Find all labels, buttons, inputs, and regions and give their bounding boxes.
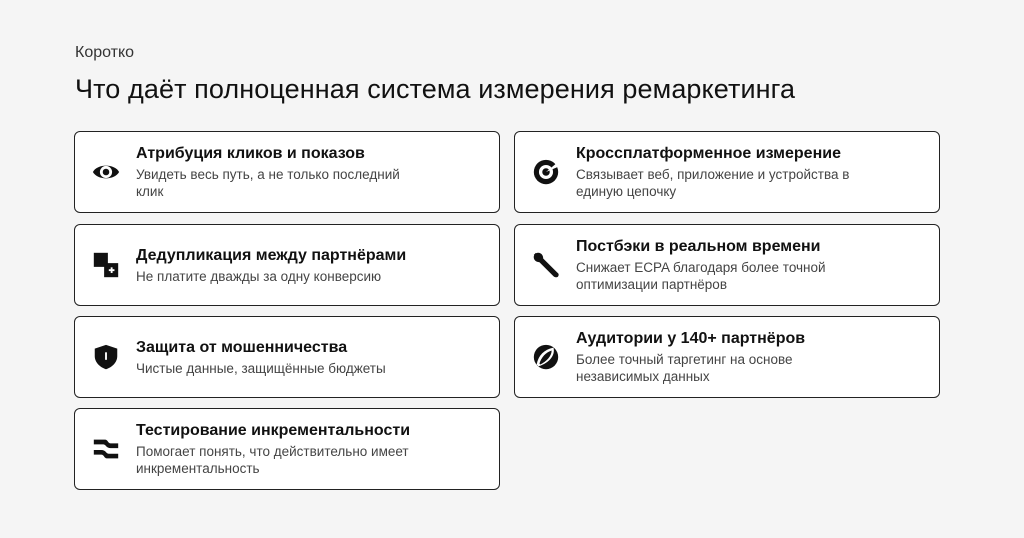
feature-card-description: Снижает ECPA благодаря более точной опти…	[576, 260, 826, 292]
wave-icon	[90, 433, 122, 465]
overlap-circles-icon	[530, 341, 562, 373]
wrench-icon	[530, 249, 562, 281]
feature-card-title: Аудитории у 140+ партнёров	[576, 330, 806, 347]
feature-card-description: Связывает веб, приложение и устройства в…	[576, 167, 850, 199]
page-title: Что даёт полноценная система измерения р…	[75, 74, 796, 104]
feature-card-postbacks: Постбэки в реальном времени Снижает ECPA…	[514, 224, 940, 306]
feature-card-description: Чистые данные, защищённые бюджеты	[136, 360, 386, 376]
dedup-icon	[90, 249, 122, 281]
feature-card-attribution: Атрибуция кликов и показов Увидеть весь …	[74, 131, 500, 213]
target-icon	[530, 156, 562, 188]
feature-card-crossplatform: Кроссплатформенное измерение Связывает в…	[514, 131, 940, 213]
feature-card-fraud-protection: Защита от мошенничества Чистые данные, з…	[74, 316, 500, 398]
feature-card-description: Более точный таргетинг на основе независ…	[576, 352, 793, 384]
feature-card-title: Постбэки в реальном времени	[576, 238, 821, 255]
feature-card-audiences: Аудитории у 140+ партнёров Более точный …	[514, 316, 940, 398]
feature-card-title: Атрибуция кликов и показов	[136, 145, 365, 162]
section-eyebrow: Коротко	[75, 44, 135, 61]
feature-card-description: Увидеть весь путь, а не только последний…	[136, 167, 400, 199]
feature-card-description: Не платите дважды за одну конверсию	[136, 268, 382, 284]
feature-card-deduplication: Дедупликация между партнёрами Не платите…	[74, 224, 500, 306]
feature-card-title: Кроссплатформенное измерение	[576, 145, 841, 162]
feature-card-description: Помогает понять, что действительно имеет…	[136, 444, 409, 476]
eye-icon	[90, 156, 122, 188]
shield-icon	[90, 341, 122, 373]
feature-card-title: Дедупликация между партнёрами	[136, 246, 407, 264]
feature-card-title: Тестирование инкрементальности	[136, 422, 411, 439]
feature-card-title: Защита от мошенничества	[136, 338, 348, 356]
feature-card-incrementality: Тестирование инкрементальности Помогает …	[74, 408, 500, 490]
